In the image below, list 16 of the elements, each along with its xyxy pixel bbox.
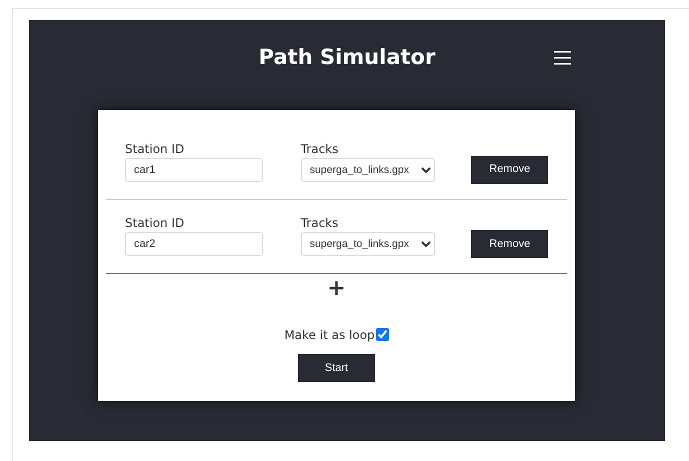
remove-button[interactable]: Remove — [471, 230, 548, 258]
start-button[interactable]: Start — [298, 354, 375, 382]
tracks-dropdown[interactable]: superga_to_links.gpx — [300, 232, 435, 256]
tracks-dropdown[interactable]: superga_to_links.gpx — [300, 158, 435, 182]
loop-label: Make it as loop — [284, 328, 375, 342]
loop-checkbox[interactable] — [376, 328, 389, 341]
field-label: Tracks — [300, 142, 340, 156]
field-label: Station ID — [125, 142, 186, 156]
add-button[interactable]: + — [323, 278, 350, 300]
app-title: Path Simulator — [258, 44, 436, 71]
field-label: Station ID — [125, 216, 186, 230]
field-label: Tracks — [300, 216, 340, 230]
station-id-field[interactable]: car1 — [125, 158, 263, 182]
menu-icon[interactable] — [554, 50, 571, 65]
remove-button[interactable]: Remove — [471, 156, 548, 184]
station-id-field[interactable]: car2 — [125, 232, 263, 256]
